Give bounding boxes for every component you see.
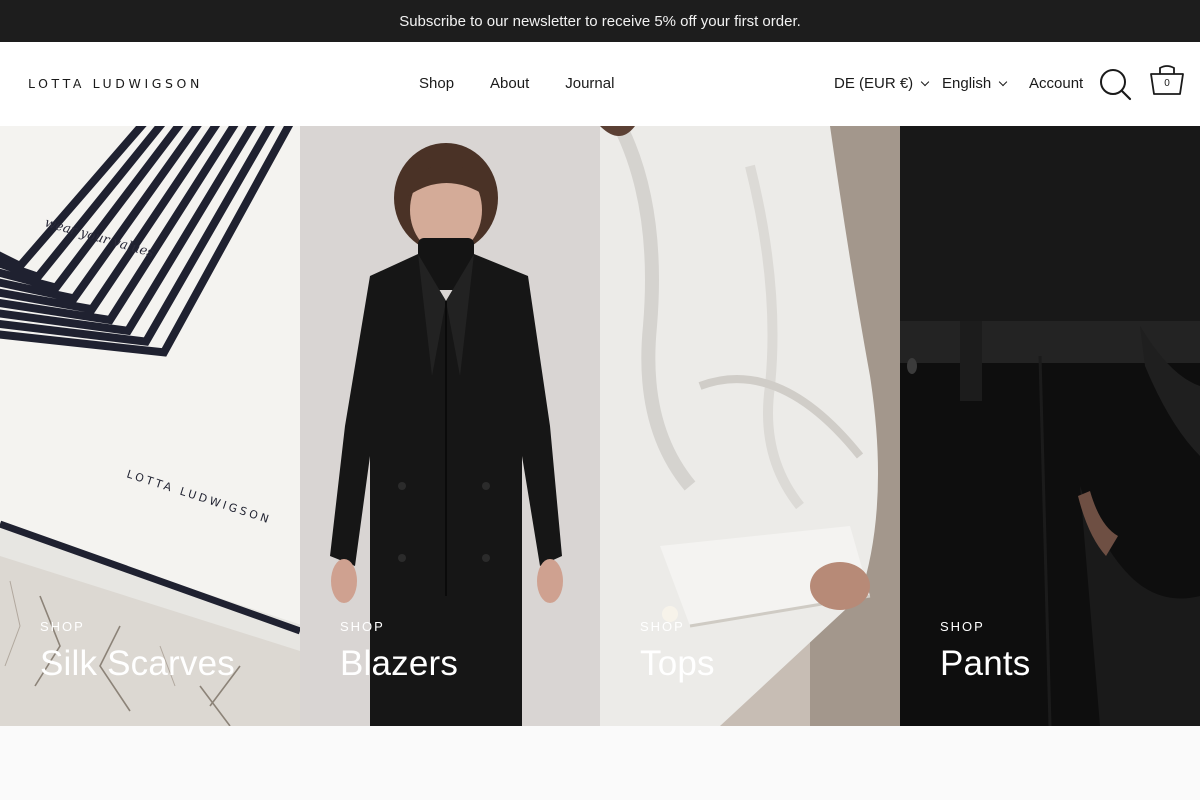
language-label: English (942, 75, 992, 92)
tile-kicker: SHOP (940, 619, 985, 634)
collection-tile-tops[interactable]: SHOP Tops (600, 126, 900, 726)
brand-logo[interactable]: LOTTA LUDWIGSON (28, 76, 203, 91)
tile-kicker: SHOP (340, 619, 385, 634)
language-selector[interactable]: English (942, 75, 1008, 92)
country-selector[interactable]: DE (EUR €) (834, 75, 930, 92)
nav-about[interactable]: About (490, 75, 529, 92)
cart-count: 0 (1164, 78, 1170, 89)
tile-title: Pants (940, 644, 1031, 683)
nav-shop[interactable]: Shop (419, 75, 454, 92)
chevron-down-icon (998, 77, 1008, 87)
pants-image (900, 126, 1200, 726)
account-link[interactable]: Account (1029, 75, 1083, 92)
cart-button[interactable]: 0 (1148, 62, 1188, 102)
collection-tile-blazers[interactable]: SHOP Blazers (300, 126, 600, 726)
silk-scarf-image: wear your values LOTTA LUDWIGSON (0, 126, 300, 726)
collection-tile-pants[interactable]: SHOP Pants (900, 126, 1200, 726)
collection-tile-silk-scarves[interactable]: wear your values LOTTA LUDWIGSON SHOP Si… (0, 126, 300, 726)
tile-title: Blazers (340, 644, 459, 683)
announcement-text: Subscribe to our newsletter to receive 5… (399, 12, 801, 30)
tile-title: Tops (640, 644, 715, 683)
search-icon (1100, 69, 1132, 101)
tile-title: Silk Scarves (40, 644, 235, 683)
collection-tiles: wear your values LOTTA LUDWIGSON SHOP Si… (0, 126, 1200, 726)
chevron-down-icon (920, 77, 930, 87)
search-button[interactable] (1098, 66, 1132, 102)
tile-kicker: SHOP (40, 619, 85, 634)
main-nav: Shop About Journal (419, 75, 614, 92)
content-below-fold (0, 726, 1200, 800)
site-header: LOTTA LUDWIGSON Shop About Journal DE (E… (0, 42, 1200, 126)
country-label: DE (EUR €) (834, 75, 914, 92)
announcement-bar[interactable]: Subscribe to our newsletter to receive 5… (0, 0, 1200, 42)
nav-journal[interactable]: Journal (565, 75, 614, 92)
account-label: Account (1029, 75, 1084, 92)
tile-kicker: SHOP (640, 619, 685, 634)
blazer-model-image (300, 126, 600, 726)
silk-top-image (600, 126, 900, 726)
